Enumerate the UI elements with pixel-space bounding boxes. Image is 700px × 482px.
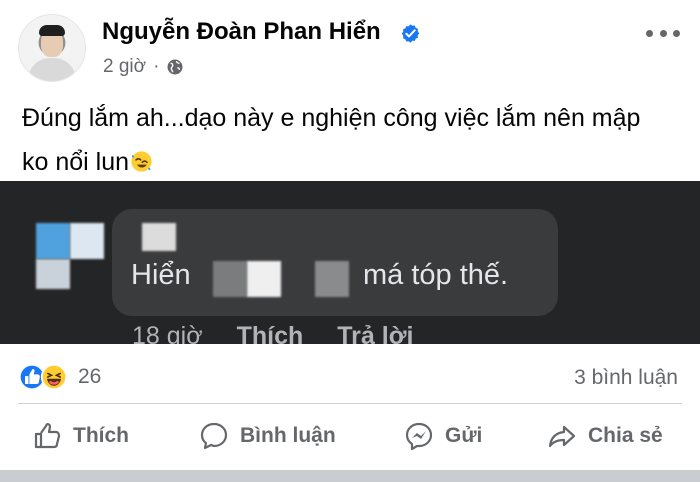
divider (18, 403, 682, 404)
globe-icon[interactable] (166, 58, 184, 76)
post-text: Đúng lắm ah...dạo này e nghiện công việc… (22, 96, 682, 184)
comment-like-label: Thích (236, 322, 304, 344)
avatar-shirt (28, 58, 76, 81)
share-button-label: Chia sẻ (588, 424, 663, 447)
messenger-icon (405, 422, 433, 451)
more-dot-icon (659, 29, 667, 37)
post-header: Nguyễn Đoàn Phan Hiển 2 giờ · (0, 0, 700, 90)
blurred-text-piece (315, 261, 349, 297)
blurred-text-piece (247, 261, 281, 297)
send-button[interactable]: Gửi (403, 414, 482, 458)
embedded-comment-screenshot[interactable]: Hiển má tóp thế. 18 giờ Thích Trả lời (0, 181, 700, 344)
reaction-count: 26 (78, 365, 102, 388)
blurred-name-piece (142, 223, 176, 251)
more-dot-icon (673, 29, 680, 37)
avatar-hair (39, 25, 65, 36)
reaction-summary[interactable]: 26 (18, 362, 101, 392)
meta-separator: · (153, 56, 160, 77)
haha-reaction-icon (40, 363, 68, 391)
author-avatar[interactable] (18, 14, 86, 82)
post-meta: 2 giờ · (103, 56, 184, 78)
more-options-button[interactable] (646, 27, 680, 39)
verified-badge-icon (401, 24, 420, 43)
comment-reply-label: Trả lời (337, 322, 414, 344)
send-button-label: Gửi (445, 424, 483, 447)
like-button-label: Thích (73, 424, 129, 447)
bottom-separator-bar (0, 470, 700, 482)
share-icon (548, 425, 576, 448)
comment-count-link[interactable]: 3 bình luận (574, 366, 678, 390)
author-name[interactable]: Nguyễn Đoàn Phan Hiển (102, 18, 381, 46)
comment-time: 18 giờ (132, 322, 203, 344)
blurred-avatar-piece (70, 223, 104, 259)
post-action-bar: Thích Bình luận Gửi Chia sẻ (0, 414, 700, 458)
comment-author-name: Hiển (131, 259, 191, 291)
comment-button[interactable]: Bình luận (198, 414, 336, 458)
like-icon (34, 423, 61, 449)
more-dot-icon (646, 29, 653, 37)
comment-actions: 18 giờ Thích Trả lời (132, 322, 413, 344)
like-button[interactable]: Thích (31, 414, 129, 458)
comment-icon (200, 422, 228, 450)
share-button[interactable]: Chia sẻ (546, 414, 663, 458)
comment-text: má tóp thế. (363, 259, 509, 291)
laughing-emoji-icon (131, 151, 152, 172)
comment-button-label: Bình luận (240, 424, 336, 447)
post-time[interactable]: 2 giờ (103, 56, 146, 78)
post-text-line-1: Đúng lắm ah...dạo này e nghiện công việc… (22, 104, 641, 132)
post-text-line-2: ko nổi lun (22, 148, 130, 176)
blurred-text-piece (213, 261, 247, 297)
blurred-avatar-piece (36, 259, 70, 289)
blurred-avatar-piece (36, 223, 70, 259)
